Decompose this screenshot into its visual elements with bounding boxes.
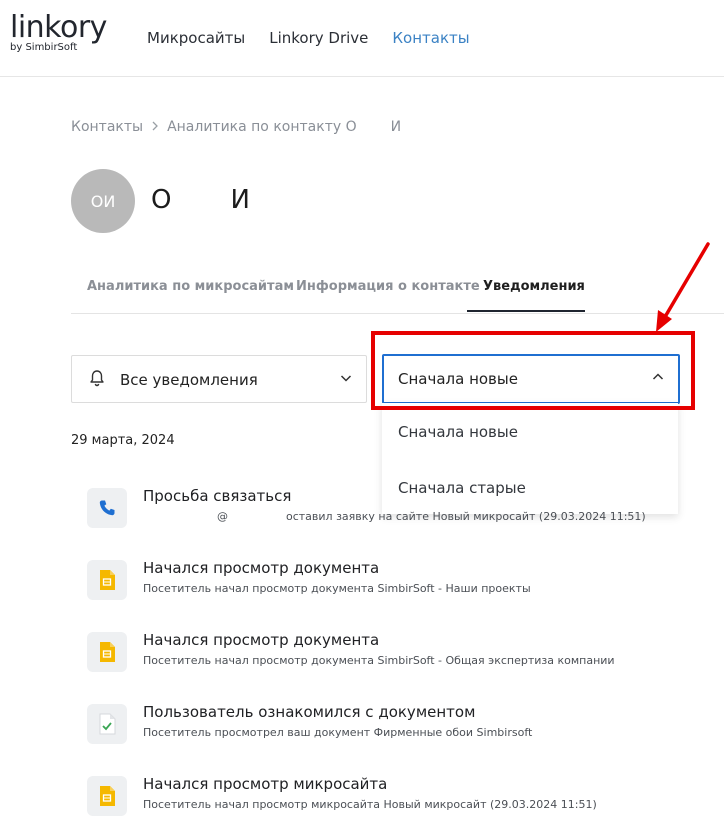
document-icon	[87, 776, 127, 816]
document-icon	[87, 632, 127, 672]
main-nav: Микросайты Linkory Drive Контакты	[147, 29, 470, 47]
logo-text: linkory	[10, 10, 107, 45]
document-check-icon	[87, 704, 127, 744]
chevron-right-icon	[151, 120, 159, 135]
notification-title: Пользователь ознакомился с документом	[143, 703, 476, 721]
notification-item[interactable]: Начался просмотр документа Посетитель на…	[87, 559, 687, 602]
tab-microsite-analytics[interactable]: Аналитика по микросайтам	[87, 279, 294, 294]
tabs: Аналитика по микросайтам Информация о ко…	[71, 271, 724, 314]
nav-item-contacts[interactable]: Контакты	[392, 29, 469, 47]
date-group-heading: 29 марта, 2024	[71, 433, 175, 448]
annotation-highlight-box	[371, 331, 695, 410]
logo[interactable]: linkory by SimbirSoft	[10, 10, 107, 54]
notification-description: Посетитель начал просмотр документа Simb…	[143, 654, 615, 667]
notification-title: Начался просмотр документа	[143, 631, 380, 649]
top-navigation-bar: linkory by SimbirSoft Микросайты Linkory…	[0, 0, 724, 77]
tab-contact-info[interactable]: Информация о контакте	[296, 279, 480, 294]
notification-title: Начался просмотр микросайта	[143, 775, 388, 793]
notification-title: Начался просмотр документа	[143, 559, 380, 577]
notification-description: @ оставил заявку на сайте Новый микросайт…	[217, 510, 646, 523]
notification-description: Посетитель начал просмотр документа Simb…	[143, 582, 531, 595]
contact-name: ОИ	[151, 185, 251, 215]
document-icon	[87, 560, 127, 600]
breadcrumb: Контакты Аналитика по контакту ОИ	[71, 119, 401, 135]
phone-icon	[87, 488, 127, 528]
chevron-down-icon	[340, 375, 352, 382]
breadcrumb-contacts-link[interactable]: Контакты	[71, 119, 143, 135]
nav-item-microsites[interactable]: Микросайты	[147, 29, 245, 47]
notification-item[interactable]: Начался просмотр микросайта Посетитель н…	[87, 775, 687, 818]
notification-item[interactable]: Пользователь ознакомился с документом По…	[87, 703, 687, 746]
notification-description: Посетитель просмотрел ваш документ Фирме…	[143, 726, 533, 739]
filter-label: Все уведомления	[120, 371, 258, 389]
nav-item-linkory-drive[interactable]: Linkory Drive	[269, 29, 368, 47]
bell-icon	[90, 370, 104, 387]
sort-option-newest[interactable]: Сначала новые	[398, 423, 518, 441]
annotation-arrow-icon	[656, 242, 710, 332]
active-tab-indicator	[467, 310, 585, 312]
notification-item[interactable]: Начался просмотр документа Посетитель на…	[87, 631, 687, 674]
breadcrumb-current: Аналитика по контакту ОИ	[167, 119, 402, 135]
notification-item[interactable]: Просьба связаться @ оставил заявку на сай…	[87, 487, 687, 530]
notification-description: Посетитель начал просмотр микросайта Нов…	[143, 798, 597, 811]
notification-filter-select[interactable]: Все уведомления	[71, 355, 367, 403]
notification-title: Просьба связаться	[143, 487, 292, 505]
avatar: ОИ	[71, 169, 135, 233]
tab-notifications[interactable]: Уведомления	[483, 279, 585, 294]
